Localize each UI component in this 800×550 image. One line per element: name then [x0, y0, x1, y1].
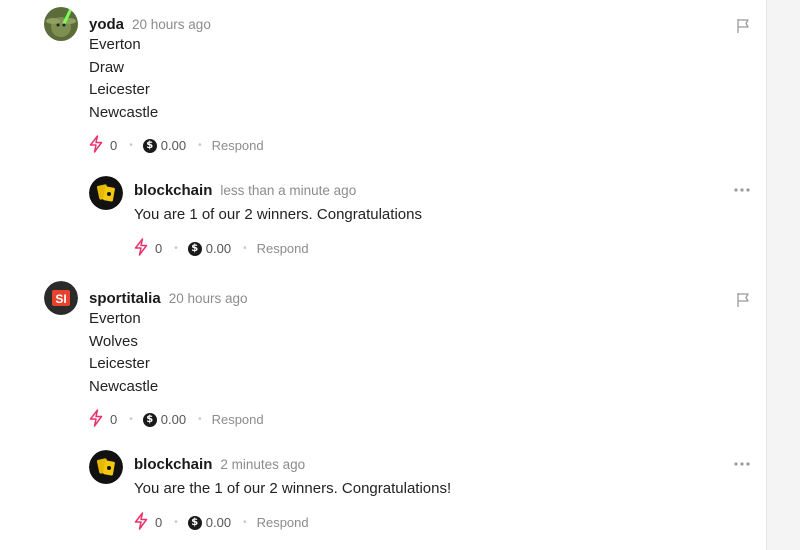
tip-button[interactable]: $ 0.00: [187, 515, 232, 530]
comment-line: Newcastle: [89, 377, 159, 395]
respond-button[interactable]: Respond: [257, 515, 309, 530]
comment-actions: 0 • $ 0.00 • Respond: [134, 238, 309, 259]
comment-time: less than a minute ago: [220, 183, 357, 198]
more-icon[interactable]: [734, 462, 750, 466]
comment-actions: 0 • $ 0.00 • Respond: [89, 409, 264, 430]
comment-author[interactable]: sportitalia: [89, 290, 161, 307]
zap-icon: [89, 135, 103, 156]
comment-body: Everton Wolves Leicester Newcastle: [89, 308, 158, 398]
tip-button[interactable]: $ 0.00: [142, 138, 187, 153]
zap-button[interactable]: 0: [134, 238, 162, 259]
comment-line: Draw: [89, 58, 125, 76]
comment: yoda 20 hours ago Everton Draw Leicester…: [44, 4, 756, 169]
tip-amount: 0.00: [205, 515, 232, 530]
zap-button[interactable]: 0: [134, 512, 162, 533]
zap-count: 0: [155, 241, 163, 256]
comment-line: Newcastle: [89, 103, 159, 121]
separator-dot: •: [198, 140, 202, 151]
comment-body: You are 1 of our 2 winners. Congratulati…: [134, 204, 422, 227]
separator-dot: •: [129, 140, 133, 151]
tip-amount: 0.00: [160, 412, 187, 427]
zap-icon: [89, 409, 103, 430]
separator-dot: •: [174, 517, 178, 528]
tip-amount: 0.00: [160, 138, 187, 153]
avatar[interactable]: SI: [44, 281, 78, 315]
comment-actions: 0 • $ 0.00 • Respond: [89, 135, 264, 156]
avatar[interactable]: [44, 7, 78, 41]
comment-author[interactable]: blockchain: [134, 456, 212, 473]
comment: SI sportitalia 20 hours ago Everton Wolv…: [44, 278, 756, 443]
dollar-icon: $: [142, 412, 157, 427]
respond-button[interactable]: Respond: [212, 138, 264, 153]
zap-button[interactable]: 0: [89, 135, 117, 156]
separator-dot: •: [174, 243, 178, 254]
tip-button[interactable]: $ 0.00: [187, 241, 232, 256]
avatar-label: SI: [55, 292, 66, 306]
zap-button[interactable]: 0: [89, 409, 117, 430]
comments-panel: yoda 20 hours ago Everton Draw Leicester…: [0, 0, 767, 550]
dollar-icon: $: [142, 138, 157, 153]
comment-line: Leicester: [89, 81, 150, 98]
zap-count: 0: [110, 412, 118, 427]
comment-time: 2 minutes ago: [220, 457, 306, 472]
comment-line: Wolves: [89, 332, 138, 350]
tip-amount: 0.00: [205, 241, 232, 256]
dollar-icon: $: [187, 515, 202, 530]
zap-icon: [134, 512, 148, 533]
avatar[interactable]: [89, 176, 123, 210]
comment-line: You are 1 of our 2 winners. Congratulati…: [134, 206, 422, 223]
respond-button[interactable]: Respond: [257, 241, 309, 256]
comment-line: You are the 1 of our 2 winners. Congratu…: [134, 480, 452, 497]
separator-dot: •: [243, 517, 247, 528]
comment-body: You are the 1 of our 2 winners. Congratu…: [134, 478, 451, 501]
zap-count: 0: [110, 138, 118, 153]
comment-line: Everton: [89, 36, 141, 53]
avatar[interactable]: [89, 450, 123, 484]
comment-line: Leicester: [89, 355, 150, 372]
comment-actions: 0 • $ 0.00 • Respond: [134, 512, 309, 533]
tip-button[interactable]: $ 0.00: [142, 412, 187, 427]
separator-dot: •: [129, 414, 133, 425]
respond-button[interactable]: Respond: [212, 412, 264, 427]
zap-count: 0: [155, 515, 163, 530]
comment-line: Everton: [89, 310, 141, 327]
comment-author[interactable]: blockchain: [134, 182, 212, 199]
separator-dot: •: [243, 243, 247, 254]
separator-dot: •: [198, 414, 202, 425]
zap-icon: [134, 238, 148, 259]
comment-time: 20 hours ago: [168, 291, 248, 306]
comment-author[interactable]: yoda: [89, 16, 124, 33]
flag-icon[interactable]: [736, 18, 750, 34]
more-icon[interactable]: [734, 188, 750, 192]
comment-body: Everton Draw Leicester Newcastle: [89, 34, 158, 124]
dollar-icon: $: [187, 241, 202, 256]
flag-icon[interactable]: [736, 292, 750, 308]
reply-comment: blockchain 2 minutes ago You are the 1 o…: [89, 450, 756, 540]
reply-comment: blockchain less than a minute ago You ar…: [89, 176, 756, 266]
comment-time: 20 hours ago: [132, 17, 211, 32]
